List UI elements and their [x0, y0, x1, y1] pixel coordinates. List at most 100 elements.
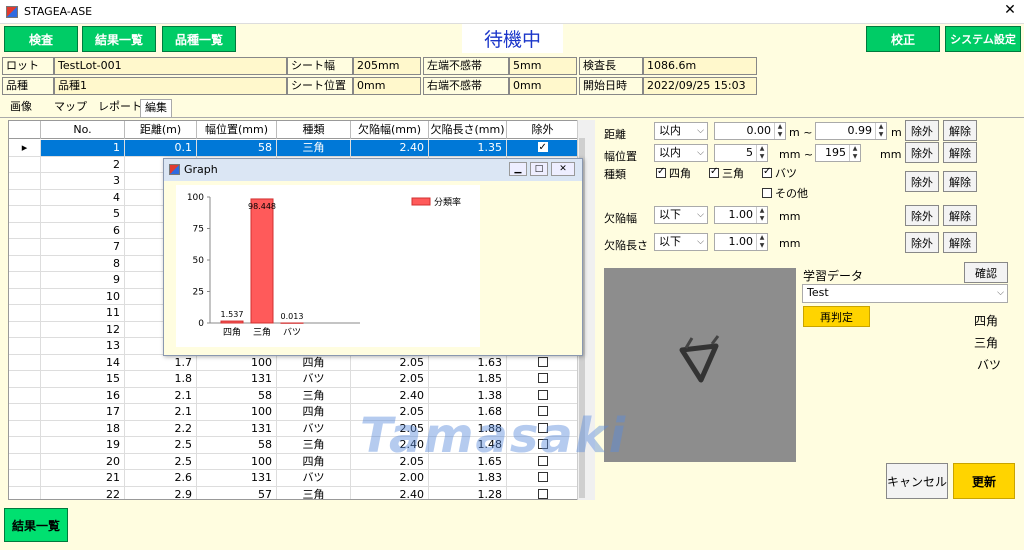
- close-icon[interactable]: ✕: [1000, 2, 1020, 18]
- distance-release-button[interactable]: 解除: [943, 120, 977, 141]
- row-header[interactable]: [9, 371, 41, 388]
- inspect-button[interactable]: 検査: [4, 26, 78, 52]
- defect-width-cond-select[interactable]: 以下 ⌵: [654, 206, 708, 224]
- width-min-input[interactable]: 5 ▲ ▼: [714, 144, 768, 162]
- rejudge-button[interactable]: 再判定: [803, 306, 870, 327]
- tab-map[interactable]: マップ: [50, 99, 91, 117]
- row-header[interactable]: [9, 354, 41, 371]
- defect-length-input[interactable]: 1.00 ▲ ▼: [714, 233, 768, 251]
- width-release-button[interactable]: 解除: [943, 142, 977, 163]
- row-header[interactable]: [9, 404, 41, 421]
- col-defect-width[interactable]: 欠陥幅(mm): [351, 121, 429, 139]
- defect-width-release-button[interactable]: 解除: [943, 205, 977, 226]
- type-x-checkbox[interactable]: バツ: [762, 165, 797, 181]
- distance-max-input[interactable]: 0.99 ▲ ▼: [815, 122, 887, 140]
- row-header[interactable]: [9, 288, 41, 305]
- type-square-checkbox[interactable]: 四角: [656, 165, 691, 181]
- table-row[interactable]: 14 1.7 100 四角 2.05 1.63: [9, 354, 579, 371]
- cell-exclude[interactable]: [507, 371, 579, 388]
- row-header[interactable]: [9, 486, 41, 499]
- product-list-button[interactable]: 品種一覧: [162, 26, 236, 52]
- row-header[interactable]: [9, 437, 41, 454]
- spinner-icon[interactable]: ▲ ▼: [774, 123, 785, 139]
- lot-value: TestLot-001: [54, 57, 287, 75]
- table-row[interactable]: ▸ 1 0.1 58 三角 2.40 1.35: [9, 140, 579, 157]
- confirm-button[interactable]: 確認: [964, 262, 1008, 283]
- type-release-button[interactable]: 解除: [943, 171, 977, 192]
- row-header[interactable]: [9, 470, 41, 487]
- graph-window[interactable]: Graph ▁ □ ✕ 0 25 50 75 100 1.537 四角 98.448 三角 0.0…: [163, 158, 583, 356]
- col-exclude[interactable]: 除外: [507, 121, 579, 139]
- table-row[interactable]: 21 2.6 131 バツ 2.00 1.83: [9, 470, 579, 487]
- calibrate-button[interactable]: 校正: [866, 26, 940, 52]
- update-button[interactable]: 更新: [953, 463, 1015, 499]
- row-header[interactable]: [9, 272, 41, 289]
- cell-exclude[interactable]: [507, 387, 579, 404]
- col-defect-length[interactable]: 欠陥長さ(mm): [429, 121, 507, 139]
- row-header[interactable]: [9, 239, 41, 256]
- defect-length-exclude-button[interactable]: 除外: [905, 232, 939, 253]
- exclude-checkbox[interactable]: [537, 373, 548, 383]
- result-list-button[interactable]: 結果一覧: [82, 26, 156, 52]
- tab-image[interactable]: 画像: [6, 99, 36, 117]
- table-row[interactable]: 15 1.8 131 バツ 2.05 1.85: [9, 371, 579, 388]
- learning-dataset-select[interactable]: Test ⌵: [802, 284, 1008, 303]
- minimize-icon[interactable]: ▁: [509, 162, 527, 176]
- spinner-icon[interactable]: ▲ ▼: [756, 234, 767, 250]
- cancel-button[interactable]: キャンセル: [886, 463, 948, 499]
- row-header[interactable]: [9, 420, 41, 437]
- row-header[interactable]: [9, 255, 41, 272]
- bottom-result-list-button[interactable]: 結果一覧: [4, 508, 68, 542]
- spinner-icon[interactable]: ▲ ▼: [849, 145, 860, 161]
- tab-report[interactable]: レポート: [94, 99, 146, 117]
- type-exclude-button[interactable]: 除外: [905, 171, 939, 192]
- graph-title-bar[interactable]: Graph ▁ □ ✕: [164, 159, 582, 181]
- table-row[interactable]: 22 2.9 57 三角 2.40 1.28: [9, 486, 579, 499]
- row-header[interactable]: [9, 453, 41, 470]
- distance-min-input[interactable]: 0.00 ▲ ▼: [714, 122, 786, 140]
- cell-exclude[interactable]: [507, 486, 579, 499]
- col-distance[interactable]: 距離(m): [125, 121, 197, 139]
- width-cond-select[interactable]: 以内 ⌵: [654, 144, 708, 162]
- row-header[interactable]: [9, 222, 41, 239]
- exclude-checkbox[interactable]: [537, 488, 548, 499]
- exclude-checkbox[interactable]: [537, 356, 548, 367]
- row-header[interactable]: [9, 173, 41, 190]
- tab-edit[interactable]: 編集: [140, 99, 172, 117]
- exclude-checkbox[interactable]: [537, 140, 548, 156]
- type-triangle-checkbox[interactable]: 三角: [709, 165, 744, 181]
- distance-exclude-button[interactable]: 除外: [905, 120, 939, 141]
- cell-exclude[interactable]: [507, 354, 579, 371]
- col-width-pos[interactable]: 幅位置(mm): [197, 121, 277, 139]
- cell-exclude[interactable]: [507, 470, 579, 487]
- graph-close-icon[interactable]: ✕: [551, 162, 575, 176]
- type-other-checkbox[interactable]: その他: [762, 185, 808, 201]
- row-header[interactable]: [9, 338, 41, 355]
- col-type[interactable]: 種類: [277, 121, 351, 139]
- row-header[interactable]: [9, 321, 41, 338]
- maximize-icon[interactable]: □: [530, 162, 548, 176]
- row-header[interactable]: [9, 387, 41, 404]
- row-header[interactable]: [9, 156, 41, 173]
- spinner-icon[interactable]: ▲ ▼: [756, 207, 767, 223]
- width-max-input[interactable]: 195 ▲ ▼: [815, 144, 861, 162]
- col-no[interactable]: No.: [41, 121, 125, 139]
- exclude-checkbox[interactable]: [537, 389, 548, 400]
- system-settings-button[interactable]: システム設定: [945, 26, 1021, 52]
- defect-width-exclude-button[interactable]: 除外: [905, 205, 939, 226]
- width-exclude-button[interactable]: 除外: [905, 142, 939, 163]
- row-header[interactable]: [9, 189, 41, 206]
- cell-exclude[interactable]: [507, 140, 579, 157]
- row-header[interactable]: [9, 206, 41, 223]
- spinner-icon[interactable]: ▲ ▼: [875, 123, 886, 139]
- distance-cond-select[interactable]: 以内 ⌵: [654, 122, 708, 140]
- table-row[interactable]: 16 2.1 58 三角 2.40 1.38: [9, 387, 579, 404]
- defect-length-release-button[interactable]: 解除: [943, 232, 977, 253]
- exclude-checkbox[interactable]: [537, 472, 548, 482]
- defect-length-cond-select[interactable]: 以下 ⌵: [654, 233, 708, 251]
- defect-width-input[interactable]: 1.00 ▲ ▼: [714, 206, 768, 224]
- row-header[interactable]: ▸: [9, 140, 41, 157]
- row-header[interactable]: [9, 305, 41, 322]
- spinner-icon[interactable]: ▲ ▼: [756, 145, 767, 161]
- chevron-down-icon: ⌵: [997, 288, 1004, 298]
